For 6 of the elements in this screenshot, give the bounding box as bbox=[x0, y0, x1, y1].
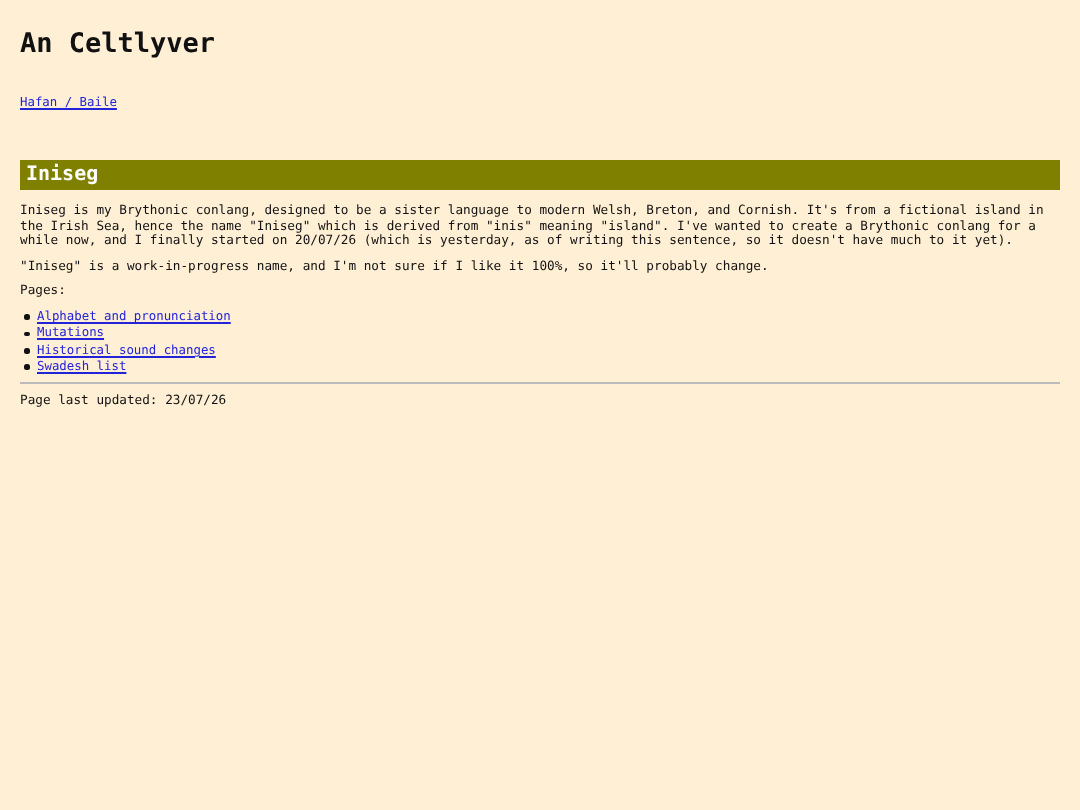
site-title: An Celtlyver bbox=[20, 28, 218, 60]
section-heading: Iniseg bbox=[20, 160, 1060, 190]
bullet-icon bbox=[24, 348, 29, 354]
bullet-icon bbox=[24, 364, 29, 370]
bullet-icon bbox=[24, 331, 29, 337]
bullet-icon bbox=[24, 314, 29, 320]
